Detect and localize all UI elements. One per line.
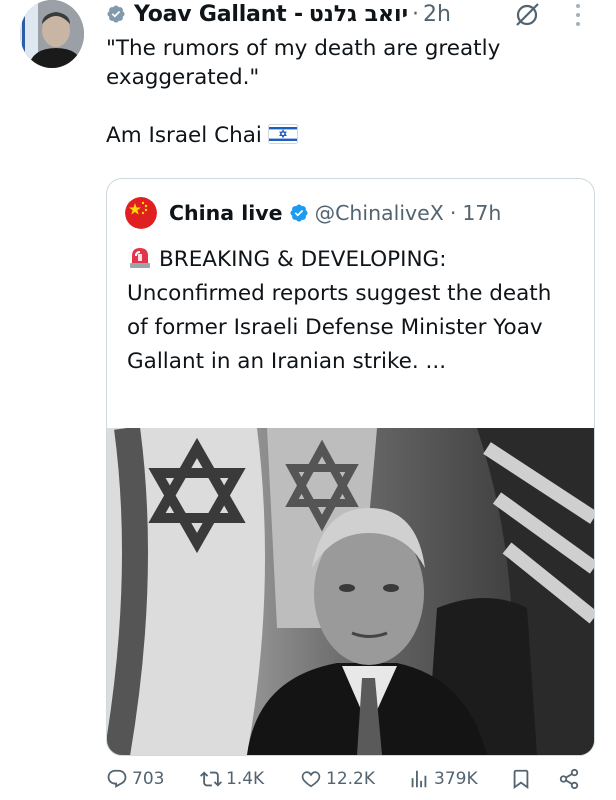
repost-icon [200,771,222,787]
repost-button[interactable]: 1.4K [200,768,264,790]
reply-button[interactable]: 703 [106,768,164,790]
views-button[interactable]: 379K [408,768,478,790]
rotating-light-icon [130,248,150,268]
grok-icon[interactable] [512,0,542,30]
bookmark-icon [513,769,529,790]
quote-text: BREAKING & DEVELOPING: Unconfirmed repor… [127,243,577,379]
author-avatar[interactable] [20,0,84,68]
author-hebrew-name[interactable]: יואב גלנט [309,2,408,27]
china-flag-avatar[interactable] [125,197,157,229]
quote-text-content: BREAKING & DEVELOPING: Unconfirmed repor… [127,247,552,374]
views-icon [411,770,427,788]
quote-separator-dot: · [449,201,457,225]
more-icon[interactable] [574,2,582,28]
tweet-text-line1: "The rumors of my death are greatly exag… [106,36,501,90]
author-name[interactable]: Yoav Gallant - [134,2,303,27]
verified-gray-badge-icon [107,5,125,23]
repost-count: 1.4K [226,769,265,789]
reply-count: 703 [132,769,165,789]
tweet-text: "The rumors of my death are greatly exag… [106,34,576,150]
bookmark-button[interactable] [510,768,536,790]
share-icon [559,768,579,790]
tweet-text-line2-content: Am Israel Chai [106,123,262,148]
reply-icon [107,769,127,788]
like-count: 12.2K [326,769,375,789]
separator-dot: · [412,1,420,27]
quote-author-handle[interactable]: @ChinaliveX [315,201,444,225]
verified-blue-badge-icon [290,204,308,222]
share-button[interactable] [558,768,584,790]
quoted-tweet-card[interactable]: China live @ChinaliveX · 17h BREAKING & … [106,178,595,756]
quoted-media-photo[interactable] [107,426,594,755]
quote-header: China live @ChinaliveX · 17h [125,197,501,229]
like-icon [301,771,321,788]
tweet-text-line2: Am Israel Chai [106,121,576,150]
tweet-time[interactable]: 2h [423,2,451,27]
quote-author-name[interactable]: China live [169,201,283,225]
like-button[interactable]: 12.2K [300,768,375,790]
israel-flag-icon [267,124,298,144]
views-count: 379K [434,769,478,789]
quote-time[interactable]: 17h [462,201,501,225]
tweet-actions-bar: 703 1.4K 12.2K 379K [106,766,596,796]
